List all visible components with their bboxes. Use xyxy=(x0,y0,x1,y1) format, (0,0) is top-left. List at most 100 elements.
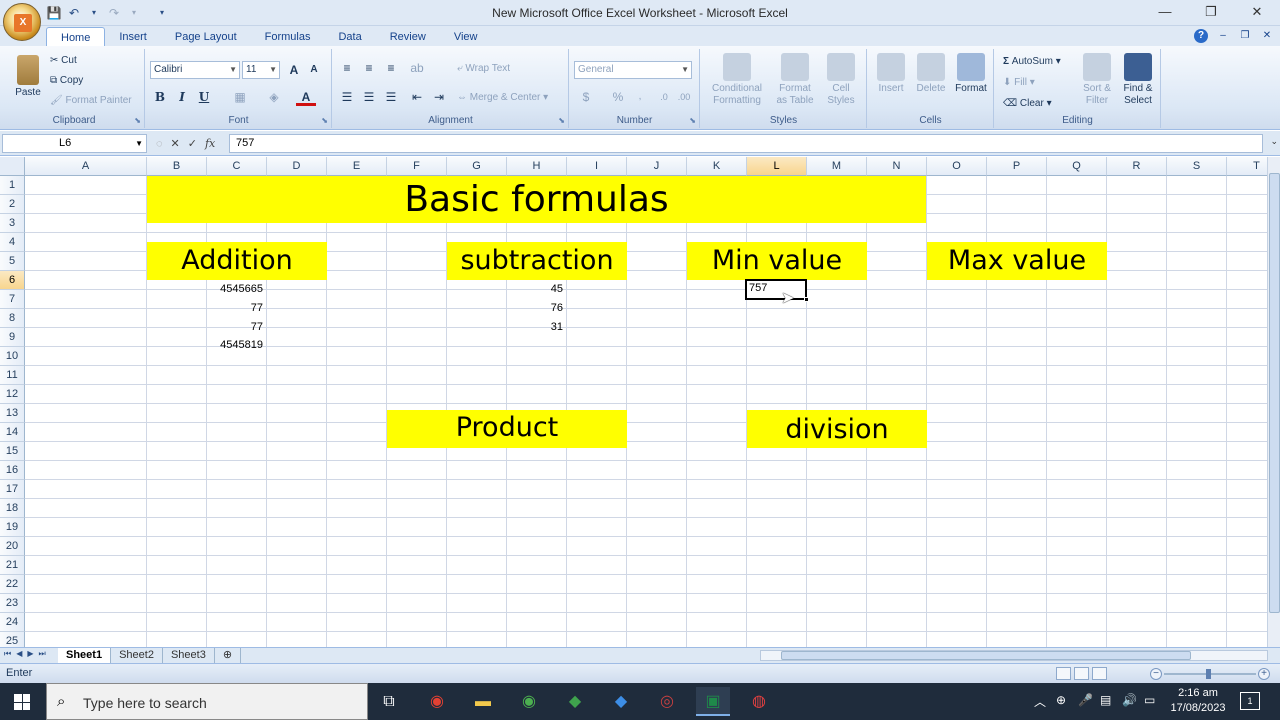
close-button[interactable]: ✕ xyxy=(1234,0,1280,24)
network-icon[interactable]: ▤ xyxy=(1100,693,1111,707)
next-sheet-icon[interactable]: ▶ xyxy=(27,649,33,659)
align-bottom-icon[interactable]: ≡ xyxy=(381,59,401,77)
column-header[interactable]: E xyxy=(327,157,387,176)
battery-icon[interactable]: ▭ xyxy=(1144,693,1155,707)
column-header[interactable]: R xyxy=(1107,157,1167,176)
tab-insert[interactable]: Insert xyxy=(105,27,161,47)
column-header[interactable]: B xyxy=(147,157,207,176)
task-view-icon[interactable]: ⧉ xyxy=(372,687,406,716)
format-as-table-button[interactable]: Format as Table xyxy=(773,53,817,107)
sheet-tab-sheet3[interactable]: Sheet3 xyxy=(163,648,215,663)
row-header[interactable]: 15 xyxy=(0,442,25,461)
name-box[interactable]: L6 ▼ xyxy=(2,134,147,153)
app-icon[interactable]: ◎ xyxy=(650,687,684,716)
workbook-minimize-icon[interactable]: – xyxy=(1216,29,1230,43)
insert-sheet-icon[interactable]: ⊕ xyxy=(215,648,242,663)
shrink-font-button[interactable]: A xyxy=(304,61,324,79)
column-header[interactable]: H xyxy=(507,157,567,176)
underline-button[interactable]: U xyxy=(194,88,214,106)
wrap-text-button[interactable]: ⤶ Wrap Text xyxy=(457,63,510,74)
addition-value-cell[interactable]: 77 xyxy=(207,299,266,318)
number-format-combo[interactable]: General ▼ xyxy=(574,61,692,79)
row-header[interactable]: 22 xyxy=(0,575,25,594)
conditional-formatting-button[interactable]: Conditional Formatting xyxy=(705,53,769,107)
align-center-icon[interactable]: ☰ xyxy=(359,88,379,106)
row-header[interactable]: 17 xyxy=(0,480,25,499)
cell-styles-button[interactable]: Cell Styles xyxy=(821,53,861,107)
row-header[interactable]: 20 xyxy=(0,537,25,556)
subtraction-result-cell[interactable]: 31 xyxy=(507,318,566,337)
column-header[interactable]: S xyxy=(1167,157,1227,176)
tab-view[interactable]: View xyxy=(440,27,492,47)
delete-cells-button[interactable]: Delete xyxy=(912,53,950,94)
chrome-icon[interactable]: ◉ xyxy=(512,687,546,716)
insert-function-icon[interactable]: fx xyxy=(205,137,215,150)
min-value-header-cell[interactable]: Min value xyxy=(687,242,867,280)
chevron-up-icon[interactable]: ︿ xyxy=(1034,693,1046,710)
column-header[interactable]: J xyxy=(627,157,687,176)
align-top-icon[interactable]: ≡ xyxy=(337,59,357,77)
row-header[interactable]: 6 xyxy=(0,271,25,290)
format-painter-button[interactable]: 🖌 Format Painter xyxy=(50,95,132,106)
row-header[interactable]: 19 xyxy=(0,518,25,537)
help-icon[interactable]: ? xyxy=(1194,29,1208,43)
italic-button[interactable]: I xyxy=(172,88,192,106)
align-left-icon[interactable]: ☰ xyxy=(337,88,357,106)
active-cell[interactable]: 757 xyxy=(745,279,809,302)
decrease-decimal-icon[interactable]: .00 xyxy=(674,88,694,106)
column-header[interactable]: L xyxy=(747,157,807,176)
first-sheet-icon[interactable]: ⏮ xyxy=(4,649,11,659)
increase-indent-icon[interactable]: ⇥ xyxy=(429,88,449,106)
division-header-cell[interactable]: division xyxy=(747,410,927,448)
tab-data[interactable]: Data xyxy=(324,27,375,47)
row-header[interactable]: 14 xyxy=(0,423,25,442)
grow-font-button[interactable]: A xyxy=(284,61,304,79)
app-icon[interactable]: ◆ xyxy=(604,687,638,716)
align-right-icon[interactable]: ☰ xyxy=(381,88,401,106)
bold-button[interactable]: B xyxy=(150,88,170,106)
horizontal-scroll-thumb[interactable] xyxy=(781,651,1191,660)
column-header[interactable]: I xyxy=(567,157,627,176)
comma-style-icon[interactable]: , xyxy=(630,88,650,106)
sheet-tab-sheet2[interactable]: Sheet2 xyxy=(111,648,163,663)
row-header[interactable]: 7 xyxy=(0,290,25,309)
column-header[interactable]: D xyxy=(267,157,327,176)
column-header[interactable]: F xyxy=(387,157,447,176)
font-color-icon[interactable]: A xyxy=(296,88,316,106)
horizontal-scrollbar[interactable] xyxy=(760,650,1268,661)
tab-page-layout[interactable]: Page Layout xyxy=(161,27,251,47)
column-header[interactable]: K xyxy=(687,157,747,176)
prev-sheet-icon[interactable]: ◀ xyxy=(16,649,22,659)
decrease-indent-icon[interactable]: ⇤ xyxy=(407,88,427,106)
formula-input[interactable]: 757 xyxy=(229,134,1263,153)
confirm-entry-icon[interactable]: ✓ xyxy=(188,137,197,150)
page-break-view-icon[interactable] xyxy=(1092,667,1107,680)
workbook-close-icon[interactable]: ✕ xyxy=(1260,29,1274,43)
align-middle-icon[interactable]: ≡ xyxy=(359,59,379,77)
column-header[interactable]: P xyxy=(987,157,1047,176)
autosum-button[interactable]: Σ AutoSum ▾ xyxy=(1003,56,1061,67)
insert-cells-button[interactable]: Insert xyxy=(872,53,910,94)
subtraction-value-cell[interactable]: 45 xyxy=(507,280,566,299)
excel-icon[interactable]: ▣ xyxy=(696,687,730,716)
workbook-restore-icon[interactable]: ❐ xyxy=(1238,29,1252,43)
tab-home[interactable]: Home xyxy=(46,27,106,47)
row-header[interactable]: 4 xyxy=(0,233,25,252)
subtraction-value-cell[interactable]: 76 xyxy=(507,299,566,318)
sheet-tab-sheet1[interactable]: Sheet1 xyxy=(58,648,112,663)
column-header[interactable]: O xyxy=(927,157,987,176)
row-header[interactable]: 9 xyxy=(0,328,25,347)
column-header[interactable]: Q xyxy=(1047,157,1107,176)
vertical-scroll-thumb[interactable] xyxy=(1269,173,1280,613)
last-sheet-icon[interactable]: ⏭ xyxy=(39,649,46,659)
row-header[interactable]: 18 xyxy=(0,499,25,518)
row-header[interactable]: 23 xyxy=(0,594,25,613)
accounting-icon[interactable]: $ xyxy=(576,88,596,106)
addition-header-cell[interactable]: Addition xyxy=(147,242,327,280)
font-name-combo[interactable]: Calibri ▼ xyxy=(150,61,240,79)
row-header[interactable]: 1 xyxy=(0,176,25,195)
increase-decimal-icon[interactable]: .0 xyxy=(654,88,674,106)
recorder-icon[interactable]: ◍ xyxy=(742,687,776,716)
dialog-launcher-icon[interactable]: ⬊ xyxy=(558,116,565,125)
row-header[interactable]: 24 xyxy=(0,613,25,632)
